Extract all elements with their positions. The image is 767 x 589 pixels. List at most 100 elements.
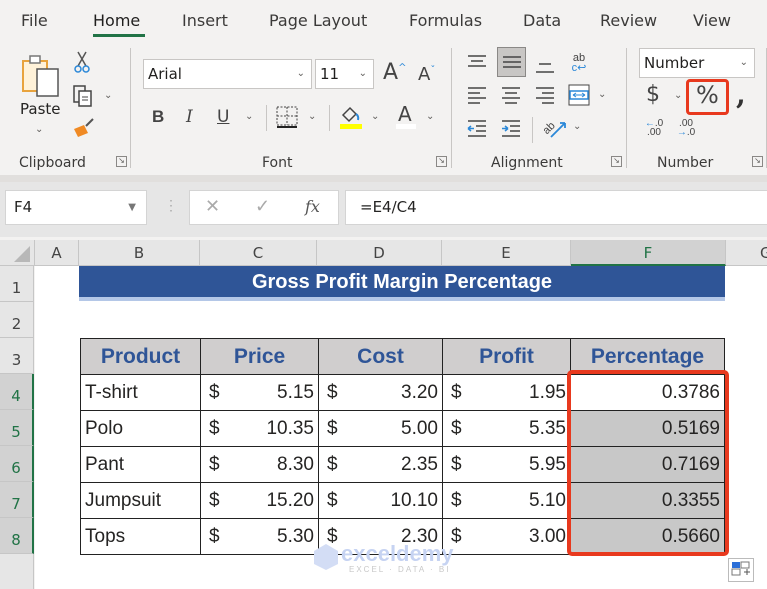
- underline-button[interactable]: U: [217, 107, 229, 127]
- decrease-indent-icon[interactable]: [465, 117, 489, 139]
- font-color-icon[interactable]: A: [395, 102, 417, 130]
- profit-cell[interactable]: $5.95: [442, 446, 571, 483]
- product-cell[interactable]: T-shirt: [80, 374, 201, 411]
- increase-font-size-icon[interactable]: A^: [383, 60, 406, 85]
- fill-color-icon[interactable]: [339, 104, 363, 130]
- font-name-dropdown[interactable]: Arial ⌄: [143, 59, 312, 89]
- cost-cell[interactable]: $3.20: [318, 374, 443, 411]
- font-size-dropdown[interactable]: 11 ⌄: [315, 59, 374, 89]
- accounting-format-button[interactable]: $: [646, 82, 660, 107]
- name-box-dropdown-icon[interactable]: ▼: [128, 191, 136, 224]
- column-header-a[interactable]: A: [35, 240, 79, 266]
- percentage-cell[interactable]: 0.3355: [570, 482, 725, 519]
- profit-cell[interactable]: $1.95: [442, 374, 571, 411]
- bottom-align-icon[interactable]: [533, 56, 557, 78]
- quick-analysis-button[interactable]: [728, 558, 754, 582]
- wrap-text-icon[interactable]: ab c↩: [566, 49, 592, 77]
- tab-page-layout[interactable]: Page Layout: [269, 11, 367, 30]
- align-center-icon[interactable]: [499, 84, 523, 106]
- formula-bar-grip-icon[interactable]: ⋮: [164, 197, 178, 214]
- price-cell[interactable]: $5.30: [200, 518, 319, 555]
- clipboard-launcher-icon[interactable]: ↘: [116, 156, 127, 167]
- row-header-2[interactable]: 2: [0, 302, 34, 338]
- merge-dropdown-chevron-icon[interactable]: ⌄: [598, 89, 606, 100]
- align-right-icon[interactable]: [533, 84, 557, 106]
- column-header-e[interactable]: E: [442, 240, 571, 266]
- name-box[interactable]: F4 ▼: [5, 190, 147, 225]
- orientation-icon[interactable]: ab: [541, 115, 569, 141]
- price-cell[interactable]: $8.30: [200, 446, 319, 483]
- product-cell[interactable]: Tops: [80, 518, 201, 555]
- bold-button[interactable]: B: [152, 107, 164, 127]
- increase-decimal-icon[interactable]: ←.0.00: [642, 116, 666, 140]
- font-launcher-icon[interactable]: ↘: [436, 156, 447, 167]
- accounting-dropdown-chevron-icon[interactable]: ⌄: [674, 90, 682, 101]
- font-color-dropdown-chevron-icon[interactable]: ⌄: [426, 111, 434, 122]
- cost-cell[interactable]: $10.10: [318, 482, 443, 519]
- decrease-decimal-icon[interactable]: .00 →.0: [674, 116, 698, 140]
- percentage-cell[interactable]: 0.5169: [570, 410, 725, 447]
- tab-view[interactable]: View: [693, 11, 731, 30]
- profit-cell[interactable]: $5.10: [442, 482, 571, 519]
- row-header-6[interactable]: 6: [0, 446, 34, 482]
- price-cell[interactable]: $10.35: [200, 410, 319, 447]
- tab-insert[interactable]: Insert: [182, 11, 228, 30]
- cost-cell[interactable]: $5.00: [318, 410, 443, 447]
- header-cost[interactable]: Cost: [318, 338, 443, 375]
- column-header-f[interactable]: F: [571, 240, 726, 266]
- number-format-dropdown[interactable]: Number ⌄: [639, 48, 755, 78]
- percentage-cell-active[interactable]: 0.3786: [570, 374, 725, 411]
- tab-home[interactable]: Home: [93, 11, 140, 30]
- paste-dropdown-chevron-icon[interactable]: ⌄: [35, 124, 43, 135]
- header-product[interactable]: Product: [80, 338, 201, 375]
- cancel-icon[interactable]: ✕: [205, 196, 220, 217]
- tab-formulas[interactable]: Formulas: [409, 11, 482, 30]
- copy-dropdown-chevron-icon[interactable]: ⌄: [104, 90, 112, 101]
- tab-data[interactable]: Data: [523, 11, 561, 30]
- alignment-launcher-icon[interactable]: ↘: [611, 156, 622, 167]
- underline-dropdown-chevron-icon[interactable]: ⌄: [245, 111, 253, 122]
- format-painter-icon[interactable]: [72, 116, 96, 140]
- product-cell[interactable]: Jumpsuit: [80, 482, 201, 519]
- fill-color-dropdown-chevron-icon[interactable]: ⌄: [371, 111, 379, 122]
- borders-dropdown-chevron-icon[interactable]: ⌄: [308, 111, 316, 122]
- insert-function-button[interactable]: fx: [305, 197, 320, 216]
- product-cell[interactable]: Pant: [80, 446, 201, 483]
- merge-center-icon[interactable]: [567, 83, 591, 107]
- price-cell[interactable]: $5.15: [200, 374, 319, 411]
- align-left-icon[interactable]: [465, 84, 489, 106]
- row-header-8[interactable]: 8: [0, 518, 34, 554]
- decrease-font-size-icon[interactable]: Aˇ: [418, 64, 435, 85]
- select-all-button[interactable]: [0, 240, 35, 266]
- percentage-cell[interactable]: 0.7169: [570, 446, 725, 483]
- enter-icon[interactable]: ✓: [255, 196, 270, 217]
- percent-style-button[interactable]: %: [696, 81, 719, 109]
- comma-style-button[interactable]: ,: [736, 78, 746, 111]
- sheet-title[interactable]: Gross Profit Margin Percentage: [79, 266, 725, 301]
- tab-file[interactable]: File: [21, 11, 48, 30]
- product-cell[interactable]: Polo: [80, 410, 201, 447]
- copy-icon[interactable]: [71, 84, 95, 108]
- formula-input[interactable]: =E4/C4: [345, 190, 767, 225]
- italic-button[interactable]: I: [186, 107, 193, 127]
- header-price[interactable]: Price: [200, 338, 319, 375]
- header-profit[interactable]: Profit: [442, 338, 571, 375]
- orientation-dropdown-chevron-icon[interactable]: ⌄: [573, 121, 581, 132]
- borders-icon[interactable]: [276, 105, 298, 129]
- row-header-4[interactable]: 4: [0, 374, 34, 410]
- column-header-b[interactable]: B: [79, 240, 200, 266]
- increase-indent-icon[interactable]: [499, 117, 523, 139]
- row-header-1[interactable]: 1: [0, 266, 34, 302]
- cost-cell[interactable]: $2.35: [318, 446, 443, 483]
- paste-button[interactable]: Paste: [20, 100, 61, 118]
- row-header-3[interactable]: 3: [0, 338, 34, 374]
- column-header-g[interactable]: G: [726, 240, 767, 266]
- header-percentage[interactable]: Percentage: [570, 338, 725, 375]
- profit-cell[interactable]: $5.35: [442, 410, 571, 447]
- profit-cell[interactable]: $3.00: [442, 518, 571, 555]
- top-align-icon[interactable]: [465, 50, 489, 72]
- middle-align-icon[interactable]: [497, 47, 526, 77]
- number-launcher-icon[interactable]: ↘: [752, 156, 763, 167]
- column-header-c[interactable]: C: [200, 240, 317, 266]
- row-header-7[interactable]: 7: [0, 482, 34, 518]
